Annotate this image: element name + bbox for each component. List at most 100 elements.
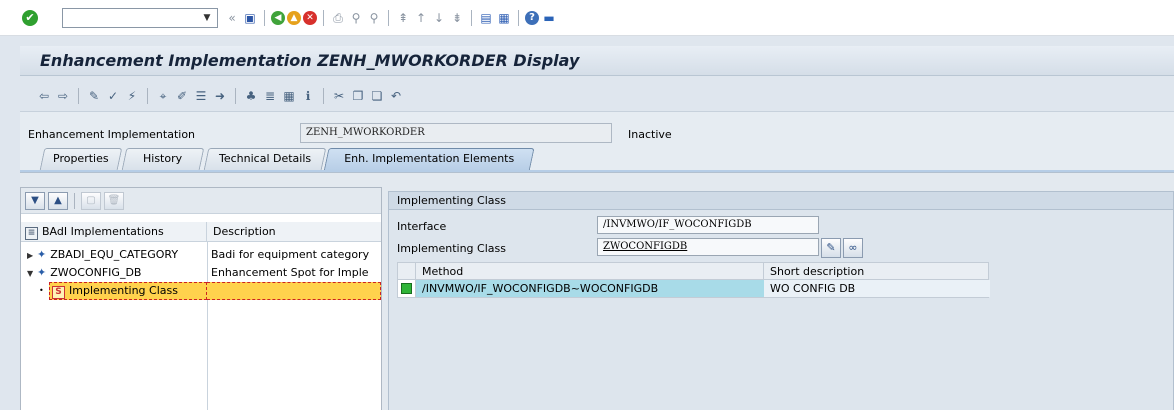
toolbar-separator bbox=[78, 87, 79, 104]
list-icon[interactable]: ≣ bbox=[262, 88, 278, 104]
back-double-arrow-icon[interactable]: « bbox=[224, 10, 240, 26]
tab-history[interactable]: History bbox=[121, 148, 205, 170]
title-bar: Enhancement Implementation ZENH_MWORKORD… bbox=[20, 46, 1174, 76]
last-page-icon[interactable]: ⇟ bbox=[449, 10, 465, 26]
tree-item-name: Implementing Class bbox=[69, 284, 178, 297]
undo-icon[interactable]: ↶ bbox=[388, 88, 404, 104]
display-change-icon[interactable]: ✎ bbox=[86, 88, 102, 104]
col-short-description[interactable]: Short description bbox=[764, 263, 990, 279]
command-dropdown-icon[interactable]: ▼ bbox=[198, 9, 216, 27]
edit-pencil-icon[interactable]: ✎ bbox=[821, 238, 841, 258]
tab-label: History bbox=[143, 152, 183, 165]
tree-row-zbadi-equ-category[interactable]: ▶ ✦ ZBADI_EQU_CATEGORY Badi for equipment … bbox=[21, 246, 381, 264]
toolbar-separator bbox=[323, 10, 324, 26]
tab-properties[interactable]: Properties bbox=[39, 148, 123, 170]
expand-arrow-icon[interactable]: ▶ bbox=[27, 251, 37, 260]
section-title: Implementing Class bbox=[389, 192, 1173, 210]
delete-icon[interactable]: 🗑 bbox=[104, 191, 124, 210]
page-title: Enhancement Implementation ZENH_MWORKORD… bbox=[40, 51, 580, 70]
grid-header: Method Short description bbox=[397, 262, 989, 280]
method-cell[interactable]: /INVMWO/IF_WOCONFIGDB~WOCONFIGDB bbox=[416, 280, 764, 297]
class-icon: S bbox=[52, 286, 65, 299]
shortcut-icon[interactable]: ▦ bbox=[496, 10, 512, 26]
tab-technical-details[interactable]: Technical Details bbox=[203, 148, 327, 170]
paste-icon[interactable]: ❏ bbox=[369, 88, 385, 104]
toolbar-separator bbox=[471, 10, 472, 26]
tree-item-name: ZBADI_EQU_CATEGORY bbox=[50, 248, 179, 261]
row-selector[interactable] bbox=[398, 280, 416, 297]
cancel-icon[interactable]: ✕ bbox=[303, 11, 317, 25]
toolbar-separator bbox=[323, 87, 324, 104]
badi-impl-icon: ✦ bbox=[37, 248, 47, 261]
exit-icon[interactable]: ▲ bbox=[287, 11, 301, 25]
table-icon[interactable]: ▦ bbox=[281, 88, 297, 104]
enh-impl-label: Enhancement Implementation bbox=[28, 128, 196, 141]
customize-layout-icon[interactable]: ▬ bbox=[541, 10, 557, 26]
tree-col-description[interactable]: Description bbox=[207, 222, 381, 242]
print-icon[interactable]: ⎙ bbox=[330, 10, 346, 26]
navigate-icon[interactable]: ➜ bbox=[212, 88, 228, 104]
tab-label: Properties bbox=[53, 152, 109, 165]
main-panel: ▼ ▲ ▢ 🗑 ≡ BAdI Implementations Descriptio… bbox=[20, 172, 1174, 410]
object-list-icon[interactable]: ☰ bbox=[193, 88, 209, 104]
hierarchy-icon[interactable]: ♣ bbox=[243, 88, 259, 104]
tree-row-implementing-class[interactable]: S Implementing Class bbox=[21, 282, 381, 300]
toolbar-separator bbox=[518, 10, 519, 26]
status-text: Inactive bbox=[628, 128, 672, 141]
save-icon[interactable]: ▣ bbox=[242, 10, 258, 26]
enter-icon[interactable]: ✔ bbox=[22, 10, 38, 26]
first-page-icon[interactable]: ⇞ bbox=[395, 10, 411, 26]
collapse-arrow-icon[interactable]: ▼ bbox=[27, 269, 37, 278]
prev-page-icon[interactable]: ↑ bbox=[413, 10, 429, 26]
cut-icon[interactable]: ✂ bbox=[331, 88, 347, 104]
badi-tree: ▼ ▲ ▢ 🗑 ≡ BAdI Implementations Descriptio… bbox=[20, 187, 382, 410]
new-session-icon[interactable]: ▤ bbox=[478, 10, 494, 26]
tree-item-description bbox=[207, 282, 381, 300]
copy-icon[interactable]: ❐ bbox=[350, 88, 366, 104]
back-icon[interactable]: ◀ bbox=[271, 11, 285, 25]
find-icon[interactable]: ⚲ bbox=[348, 10, 364, 26]
interface-label: Interface bbox=[397, 220, 447, 233]
activate-icon[interactable]: ⚡ bbox=[124, 88, 140, 104]
tab-label: Enh. Implementation Elements bbox=[344, 152, 515, 165]
forward-arrow-icon[interactable]: ⇨ bbox=[55, 88, 71, 104]
toolbar-separator bbox=[264, 10, 265, 26]
select-all-cell[interactable] bbox=[398, 263, 416, 279]
tab-strip: Properties History Technical Details Enh… bbox=[20, 148, 1174, 172]
interface-field[interactable]: /INVMWO/IF_WOCONFIGDB bbox=[597, 216, 819, 234]
tree-bullet-icon: • bbox=[39, 286, 44, 295]
tree-row-zwoconfig-db[interactable]: ▼ ✦ ZWOCONFIG_DB Enhancement Spot for Impl… bbox=[21, 264, 381, 282]
enh-impl-field[interactable]: ZENH_MWORKORDER bbox=[300, 123, 612, 143]
help-icon[interactable]: ? bbox=[525, 11, 539, 25]
status-green-icon bbox=[401, 283, 412, 294]
implementing-class-panel: Implementing Class Interface /INVMWO/IF_… bbox=[388, 191, 1174, 410]
back-arrow-icon[interactable]: ⇦ bbox=[36, 88, 52, 104]
toolbar-separator bbox=[74, 192, 75, 209]
where-used-icon[interactable]: ⌖ bbox=[155, 88, 171, 104]
display-glasses-icon[interactable]: ∞ bbox=[843, 238, 863, 258]
list-header-icon: ≡ bbox=[25, 227, 38, 240]
tree-col-badi[interactable]: ≡ BAdI Implementations bbox=[21, 222, 207, 242]
badi-impl-icon: ✦ bbox=[37, 266, 47, 279]
toolbar-separator bbox=[388, 10, 389, 26]
impl-class-field[interactable]: ZWOCONFIGDB bbox=[597, 238, 819, 256]
info-icon[interactable]: ℹ bbox=[300, 88, 316, 104]
application-toolbar: ⇦ ⇨ ✎ ✓ ⚡ ⌖ ✐ ☰ ➜ ♣ ≣ ▦ ℹ ✂ ❐ ❏ ↶ bbox=[20, 80, 1174, 112]
tree-item-description: Badi for equipment category bbox=[211, 248, 370, 261]
expand-all-icon[interactable]: ▼ bbox=[25, 191, 45, 210]
command-field[interactable] bbox=[62, 8, 218, 28]
edit-object-icon[interactable]: ✐ bbox=[174, 88, 190, 104]
tree-item-name: ZWOCONFIG_DB bbox=[50, 266, 142, 279]
create-icon[interactable]: ▢ bbox=[81, 191, 101, 210]
system-toolbar: ✔ ▼ « ▣ ◀ ▲ ✕ ⎙ ⚲ ⚲ ⇞ ↑ ↓ ⇟ ▤ ▦ ? ▬ bbox=[0, 0, 1174, 36]
description-cell: WO CONFIG DB bbox=[764, 280, 990, 297]
col-method[interactable]: Method bbox=[416, 263, 764, 279]
tab-enh-implementation-elements[interactable]: Enh. Implementation Elements bbox=[323, 148, 535, 172]
find-next-icon[interactable]: ⚲ bbox=[366, 10, 382, 26]
check-icon[interactable]: ✓ bbox=[105, 88, 121, 104]
collapse-all-icon[interactable]: ▲ bbox=[48, 191, 68, 210]
toolbar-separator bbox=[147, 87, 148, 104]
table-row[interactable]: /INVMWO/IF_WOCONFIGDB~WOCONFIGDB WO CONF… bbox=[397, 280, 990, 298]
tree-toolbar: ▼ ▲ ▢ 🗑 bbox=[21, 188, 381, 214]
next-page-icon[interactable]: ↓ bbox=[431, 10, 447, 26]
